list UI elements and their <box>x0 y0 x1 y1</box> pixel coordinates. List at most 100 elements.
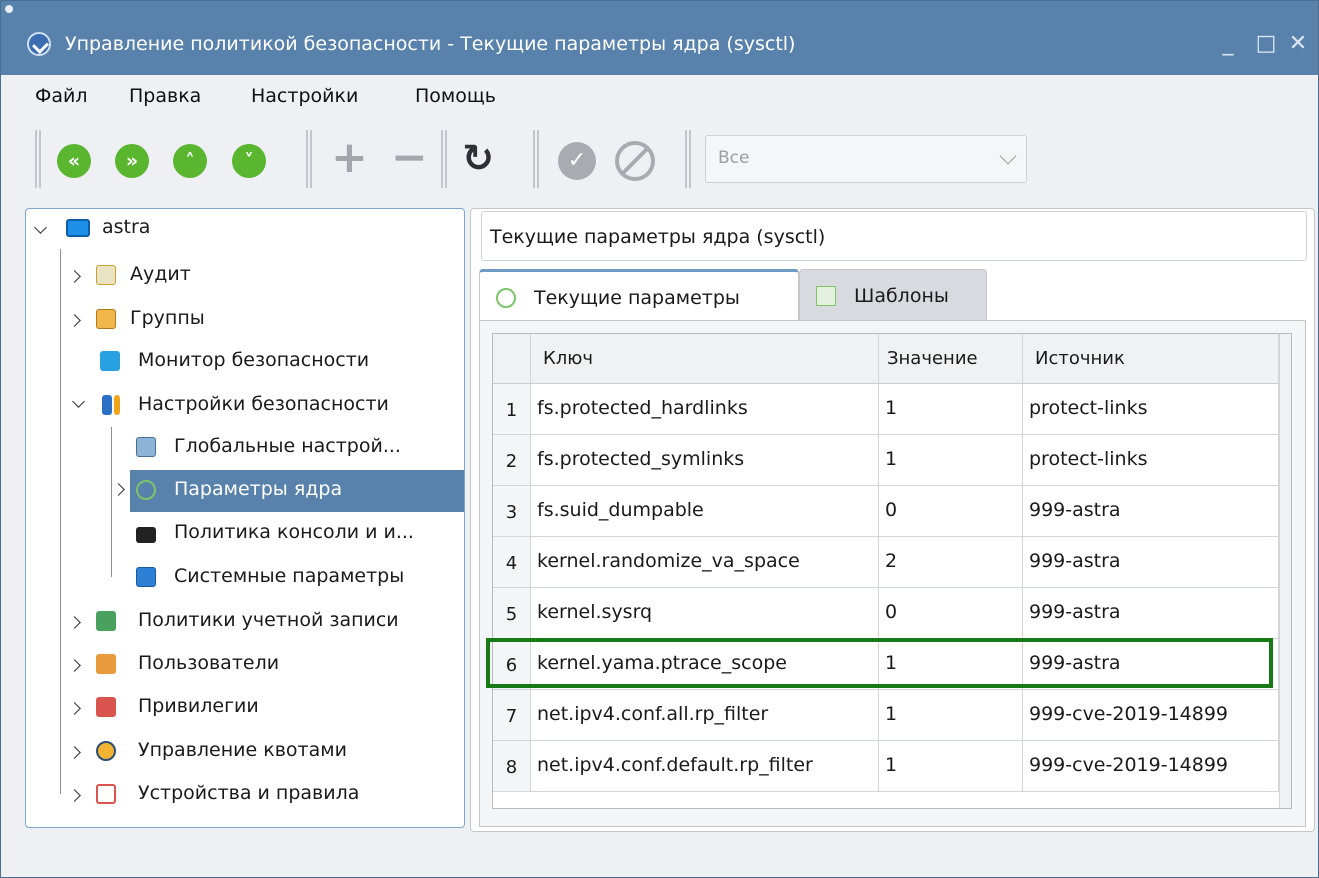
tools-icon-handle <box>114 395 120 415</box>
navigation-tree: astra Аудит Группы Монитор безопасности … <box>25 208 465 828</box>
refresh-icon[interactable]: ↻ <box>458 138 498 178</box>
maximize-button[interactable]: □ <box>1251 27 1281 61</box>
tree-item-groups[interactable]: Группы <box>26 301 464 339</box>
menu-edit[interactable]: Правка <box>129 85 201 107</box>
building-icon <box>136 437 156 457</box>
tab-label: Шаблоны <box>854 285 949 307</box>
account-policy-icon <box>96 611 116 631</box>
atom-icon <box>136 480 156 500</box>
cell-value[interactable]: 0 <box>879 486 1023 537</box>
column-header-label: Значение <box>887 348 978 369</box>
column-header-label: Источник <box>1035 348 1125 369</box>
tree-item-global-settings[interactable]: Глобальные настрой... <box>26 429 464 467</box>
cell-value[interactable]: 2 <box>879 537 1023 588</box>
cell-key[interactable]: kernel.randomize_va_space <box>531 537 879 588</box>
cell-key[interactable]: net.ipv4.conf.default.rp_filter <box>531 741 879 792</box>
cell-source[interactable]: protect-links <box>1023 384 1279 435</box>
tree-item-account-policies[interactable]: Политики учетной записи <box>26 603 464 641</box>
menu-settings[interactable]: Настройки <box>251 85 358 107</box>
tree-label: Группы <box>130 307 205 329</box>
cell-key[interactable]: kernel.sysrq <box>531 588 879 639</box>
table-row[interactable]: 4 kernel.randomize_va_space 2 999-astra <box>493 537 1279 588</box>
table-row[interactable]: 5 kernel.sysrq 0 999-astra <box>493 588 1279 639</box>
cell-source[interactable]: 999-astra <box>1023 588 1279 639</box>
tree-item-users[interactable]: Пользователи <box>26 646 464 684</box>
row-number: 4 <box>493 537 531 588</box>
table-row[interactable]: 1 fs.protected_hardlinks 1 protect-links <box>493 384 1279 435</box>
chevron-right-icon[interactable] <box>68 659 81 672</box>
chevron-right-icon[interactable] <box>68 616 81 629</box>
cell-value[interactable]: 1 <box>879 741 1023 792</box>
tab-templates[interactable]: Шаблоны <box>799 269 987 321</box>
chevron-right-icon[interactable] <box>68 746 81 759</box>
move-down-icon[interactable]: ˅ <box>232 144 266 178</box>
chevron-right-icon[interactable] <box>68 270 81 283</box>
last-record-icon[interactable]: » <box>115 144 149 178</box>
table-row[interactable]: 8 net.ipv4.conf.default.rp_filter 1 999-… <box>493 741 1279 792</box>
table-row[interactable]: 2 fs.protected_symlinks 1 protect-links <box>493 435 1279 486</box>
cell-value[interactable]: 1 <box>879 435 1023 486</box>
window-title: Управление политикой безопасности - Теку… <box>65 33 796 55</box>
menu-help[interactable]: Помощь <box>415 85 496 107</box>
table-row[interactable]: 3 fs.suid_dumpable 0 999-astra <box>493 486 1279 537</box>
column-header-value[interactable]: Значение <box>879 334 1023 384</box>
tree-label: Системные параметры <box>174 565 405 587</box>
cancel-icon[interactable] <box>615 141 655 181</box>
atom-icon <box>496 288 516 308</box>
window-menu-dot-icon[interactable] <box>5 5 13 13</box>
tree-item-console-policy[interactable]: Политика консоли и и... <box>26 515 464 553</box>
toolbar: « » ˄ ˅ + − ↻ ✓ Все <box>1 119 1318 199</box>
cell-key[interactable]: fs.protected_symlinks <box>531 435 879 486</box>
chevron-down-icon[interactable] <box>34 221 47 234</box>
highlighted-row-frame <box>486 638 1273 688</box>
minimize-button[interactable]: _ <box>1213 27 1243 61</box>
row-number-header <box>493 334 531 384</box>
cell-source[interactable]: 999-astra <box>1023 537 1279 588</box>
add-icon[interactable]: + <box>331 136 368 180</box>
cell-source[interactable]: 999-cve-2019-14899 <box>1023 741 1279 792</box>
tree-item-security-settings[interactable]: Настройки безопасности <box>26 387 464 425</box>
params-table: Ключ Значение Источник 1 fs.protected_ha… <box>492 333 1292 809</box>
cell-source[interactable]: 999-cve-2019-14899 <box>1023 690 1279 741</box>
cell-value[interactable]: 0 <box>879 588 1023 639</box>
move-up-icon[interactable]: ˄ <box>173 144 207 178</box>
cell-key[interactable]: fs.suid_dumpable <box>531 486 879 537</box>
table-scrollbar[interactable] <box>1279 334 1291 808</box>
chevron-right-icon[interactable] <box>68 789 81 802</box>
device-rules-icon <box>96 784 116 804</box>
chevron-right-icon[interactable] <box>68 314 81 327</box>
toolbar-separator <box>306 130 312 188</box>
terminal-icon <box>136 527 156 543</box>
tree-item-privileges[interactable]: Привилегии <box>26 689 464 727</box>
cell-source[interactable]: 999-astra <box>1023 486 1279 537</box>
tree-item-system-params[interactable]: Системные параметры <box>26 559 464 597</box>
remove-icon[interactable]: − <box>391 136 428 180</box>
tree-item-security-monitor[interactable]: Монитор безопасности <box>26 343 464 381</box>
apply-icon[interactable]: ✓ <box>558 142 596 180</box>
tree-item-astra[interactable]: astra <box>26 213 464 251</box>
app-window: Управление политикой безопасности - Теку… <box>0 0 1319 878</box>
tree-label: Привилегии <box>138 695 259 717</box>
chevron-down-icon[interactable] <box>72 395 85 408</box>
tree-item-kernel-params[interactable]: Параметры ядра <box>112 470 464 512</box>
tree-item-devices-rules[interactable]: Устройства и правила <box>26 776 464 814</box>
first-record-icon[interactable]: « <box>57 144 91 178</box>
chevron-right-icon[interactable] <box>112 483 125 496</box>
cell-value[interactable]: 1 <box>879 690 1023 741</box>
column-header-key[interactable]: Ключ <box>531 334 879 384</box>
close-button[interactable]: ✕ <box>1283 27 1313 61</box>
tree-item-quotas[interactable]: Управление квотами <box>26 733 464 771</box>
cell-key[interactable]: fs.protected_hardlinks <box>531 384 879 435</box>
privileges-icon <box>96 697 116 717</box>
tree-item-audit[interactable]: Аудит <box>26 257 464 295</box>
cell-source[interactable]: protect-links <box>1023 435 1279 486</box>
menu-file[interactable]: Файл <box>35 85 88 107</box>
column-header-source[interactable]: Источник <box>1023 334 1279 384</box>
cell-key[interactable]: net.ipv4.conf.all.rp_filter <box>531 690 879 741</box>
table-row[interactable]: 7 net.ipv4.conf.all.rp_filter 1 999-cve-… <box>493 690 1279 741</box>
cell-value[interactable]: 1 <box>879 384 1023 435</box>
chevron-right-icon[interactable] <box>68 702 81 715</box>
audit-icon <box>96 265 116 285</box>
tab-current-params[interactable]: Текущие параметры <box>479 269 799 321</box>
filter-select[interactable]: Все <box>705 135 1027 183</box>
